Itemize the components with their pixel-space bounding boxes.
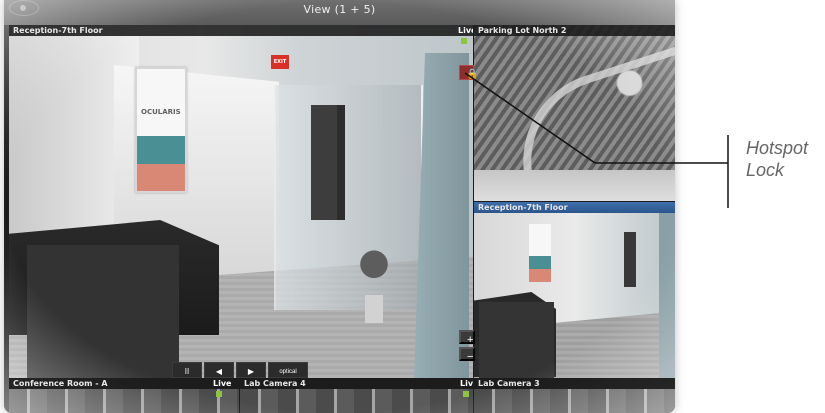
lab-camera-3-tile[interactable]: Lab Camera 3 <box>474 378 675 413</box>
view-title-bar: View (1 + 5) <box>4 0 675 25</box>
conference-live-status: Live <box>213 378 239 400</box>
camera-privacy-block <box>479 302 554 378</box>
previous-button[interactable]: ◀ <box>204 362 234 378</box>
hotspot-lock-callout-label: Hotspot Lock <box>746 138 809 180</box>
pause-button[interactable]: II <box>172 362 202 378</box>
main-live-status: Live <box>458 25 473 47</box>
camera-scene-pot <box>365 295 383 323</box>
hotspot-lock-button[interactable]: 🔒 <box>459 65 478 80</box>
lab-camera-4-label: Lab Camera 4 <box>240 378 473 389</box>
parking-camera-tile[interactable]: Parking Lot North 2 <box>474 25 675 201</box>
parking-camera-label: Parking Lot North 2 <box>474 25 675 36</box>
camera-scene-door <box>624 232 636 287</box>
selected-reception-camera-tile[interactable]: Reception-7th Floor <box>474 202 675 378</box>
zoom-out-button[interactable]: − <box>459 347 475 363</box>
lab-camera-3-scene <box>474 389 675 413</box>
selected-camera-label: Reception-7th Floor <box>474 202 675 213</box>
conference-camera-tile[interactable]: Conference Room - A Live <box>9 378 239 413</box>
zoom-in-button[interactable]: + <box>459 330 475 346</box>
camera-scene-glass-wall <box>274 85 423 310</box>
poster-text: OCULARIS <box>141 108 181 116</box>
next-button[interactable]: ▶ <box>236 362 266 378</box>
conference-camera-scene <box>9 389 239 413</box>
lab-camera-4-tile[interactable]: Lab Camera 4 Live <box>240 378 473 413</box>
lab-camera-4-live-status: Live <box>460 378 473 400</box>
camera-scene-poster <box>135 67 187 193</box>
parking-scene-lot <box>474 170 675 201</box>
camera-privacy-block <box>27 245 179 378</box>
camera-scene-exit-sign: EXIT <box>271 55 289 69</box>
live-indicator-icon <box>463 391 469 397</box>
camera-scene-plant <box>359 245 389 300</box>
playback-controls: II ◀ ▶ optical <box>172 362 308 378</box>
optical-button[interactable]: optical <box>268 362 308 378</box>
lock-icon: 🔒 <box>466 69 479 80</box>
screenshot-page: View (1 + 5) Reception-7th Floor Live OC… <box>0 0 825 413</box>
lab-camera-3-label: Lab Camera 3 <box>474 378 675 389</box>
camera-scene-door <box>311 105 337 220</box>
lab-camera-4-scene <box>240 389 473 413</box>
camera-scene-blue-panel <box>659 212 675 378</box>
main-camera-tile[interactable]: Reception-7th Floor Live OCULARIS EXIT <box>9 25 473 378</box>
live-indicator-icon <box>216 391 222 397</box>
main-camera-label: Reception-7th Floor <box>9 25 473 36</box>
live-indicator-icon <box>461 38 467 44</box>
camera-logo-icon <box>9 0 39 16</box>
view-title: View (1 + 5) <box>303 3 376 16</box>
video-wall-viewer: View (1 + 5) Reception-7th Floor Live OC… <box>4 0 675 413</box>
conference-camera-label: Conference Room - A <box>9 378 239 389</box>
camera-scene-poster <box>529 224 551 282</box>
